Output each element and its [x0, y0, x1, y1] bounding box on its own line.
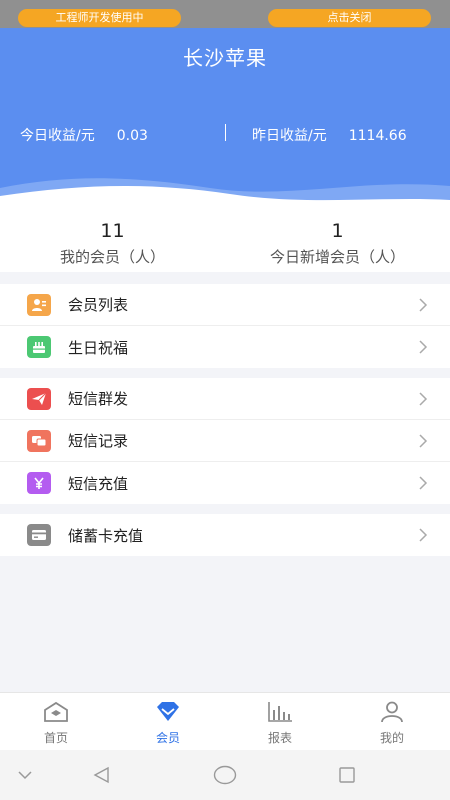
- menu-group-sms: 短信群发 短信记录 短信充值: [0, 378, 450, 504]
- menu-item-label: 储蓄卡充值: [68, 526, 144, 545]
- tab-reports-label: 报表: [267, 731, 292, 745]
- chevron-right-icon: [419, 298, 428, 312]
- tab-home[interactable]: 首页: [0, 693, 112, 751]
- close-dev-mode-button[interactable]: 点击关闭: [268, 9, 431, 27]
- tab-members[interactable]: 会员: [112, 693, 224, 751]
- store-title: 长沙苹果: [183, 46, 267, 70]
- tab-reports[interactable]: 报表: [224, 693, 336, 751]
- member-stats: 11 我的会员（人） 1 今日新增会员（人）: [0, 210, 450, 272]
- member-list-icon: [27, 294, 51, 316]
- menu-group-card: 储蓄卡充值: [0, 514, 450, 556]
- bottom-tab-bar: 首页 会员 报表 我的: [0, 692, 450, 750]
- tab-mine[interactable]: 我的: [336, 693, 448, 751]
- menu-item-sms-records[interactable]: 短信记录: [0, 420, 450, 462]
- tab-home-label: 首页: [43, 731, 68, 745]
- chevron-right-icon: [419, 476, 428, 490]
- menu-item-label: 会员列表: [68, 296, 129, 314]
- today-income-value: 0.03: [116, 128, 148, 144]
- today-income: 今日收益/元 0.03: [20, 125, 148, 145]
- chevron-right-icon: [419, 528, 428, 542]
- diamond-icon: [157, 702, 179, 721]
- my-members-label: 我的会员（人）: [59, 248, 165, 266]
- today-income-label: 今日收益/元: [20, 128, 95, 144]
- menu-item-birthday-wishes[interactable]: 生日祝福: [0, 326, 450, 368]
- debit-card-icon: [27, 524, 51, 546]
- my-members-count: 11: [100, 220, 125, 242]
- income-divider: [225, 124, 226, 141]
- menu-item-label: 短信记录: [68, 432, 129, 450]
- collapse-chevron-icon[interactable]: [18, 770, 32, 780]
- system-navigation-bar: [0, 750, 450, 800]
- menu-item-label: 生日祝福: [68, 338, 129, 357]
- menu-group-members: 会员列表 生日祝福: [0, 284, 450, 368]
- send-message-icon: [27, 388, 51, 410]
- user-profile-icon: [381, 701, 403, 723]
- yesterday-income: 昨日收益/元 1114.66: [252, 125, 407, 145]
- back-triangle-icon[interactable]: [92, 766, 110, 784]
- menu-item-sms-recharge[interactable]: 短信充值: [0, 462, 450, 504]
- menu-item-label: 短信群发: [68, 390, 129, 408]
- menu-item-member-list[interactable]: 会员列表: [0, 284, 450, 326]
- my-members-stat[interactable]: 11 我的会员（人）: [0, 210, 225, 267]
- recent-apps-square-icon[interactable]: [338, 766, 356, 784]
- header-wave: [0, 178, 450, 210]
- developer-strip: 工程师开发使用中 点击关闭: [0, 0, 450, 28]
- menu-item-label: 短信充值: [68, 474, 129, 493]
- yesterday-income-value: 1114.66: [348, 128, 407, 144]
- tab-members-label: 会员: [155, 731, 180, 745]
- new-members-label: 今日新增会员（人）: [269, 248, 405, 266]
- chevron-right-icon: [419, 434, 428, 448]
- store-header: 长沙苹果 今日收益/元 0.03 昨日收益/元 1114.66: [0, 28, 450, 210]
- new-members-stat[interactable]: 1 今日新增会员（人）: [225, 210, 450, 267]
- menu-item-debit-card-recharge[interactable]: 储蓄卡充值: [0, 514, 450, 556]
- yesterday-income-label: 昨日收益/元: [252, 128, 327, 144]
- menu-item-sms-broadcast[interactable]: 短信群发: [0, 378, 450, 420]
- message-record-icon: [27, 430, 51, 452]
- chevron-right-icon: [419, 392, 428, 406]
- new-members-count: 1: [331, 220, 344, 242]
- chevron-right-icon: [419, 340, 428, 354]
- home-icon: [44, 701, 68, 722]
- bar-chart-icon: [268, 702, 292, 722]
- home-circle-icon[interactable]: [213, 765, 237, 785]
- sms-recharge-icon: [27, 472, 51, 494]
- birthday-cake-icon: [27, 336, 51, 358]
- developer-mode-badge: 工程师开发使用中: [18, 9, 181, 27]
- tab-mine-label: 我的: [379, 731, 404, 745]
